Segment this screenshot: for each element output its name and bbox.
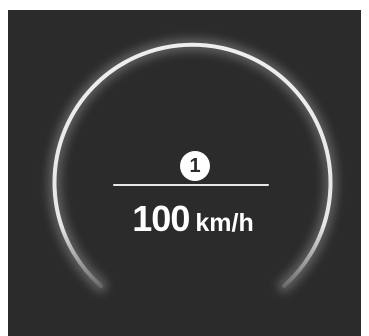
speedometer-display: 1 100 km/h (8, 10, 361, 336)
speed-unit: km/h (195, 209, 254, 237)
divider-line (113, 184, 269, 186)
marker-number-badge: 1 (180, 151, 210, 181)
marker-number: 1 (189, 155, 201, 177)
speed-readout: 100 km/h (88, 198, 298, 240)
speed-value: 100 (132, 198, 190, 239)
